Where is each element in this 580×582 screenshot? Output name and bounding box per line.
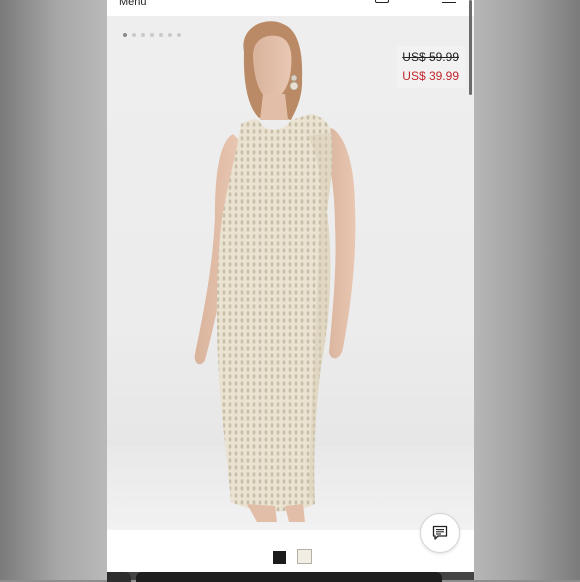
- product-page: Menu US$ 59.99 US$ 39.99: [107, 0, 474, 580]
- carousel-dot[interactable]: [168, 33, 172, 37]
- right-background: [474, 0, 580, 580]
- carousel-dot[interactable]: [141, 33, 145, 37]
- model-photo: [194, 21, 356, 522]
- menu-button[interactable]: Menu: [119, 0, 147, 8]
- price-box: US$ 59.99 US$ 39.99: [397, 46, 465, 88]
- carousel-dot[interactable]: [123, 33, 127, 37]
- sale-price: US$ 39.99: [402, 69, 459, 83]
- scrollbar[interactable]: [469, 0, 472, 95]
- carousel-dots: [123, 33, 181, 37]
- carousel-dot[interactable]: [132, 33, 136, 37]
- hamburger-icon[interactable]: [442, 0, 456, 3]
- bottom-tab-main[interactable]: [136, 572, 442, 582]
- carousel-dot[interactable]: [159, 33, 163, 37]
- product-image-carousel[interactable]: US$ 59.99 US$ 39.99: [107, 16, 474, 530]
- bottom-tab-left[interactable]: [107, 572, 131, 582]
- chat-button[interactable]: [420, 513, 460, 553]
- carousel-dot[interactable]: [150, 33, 154, 37]
- carousel-dot[interactable]: [177, 33, 181, 37]
- left-background: [0, 0, 107, 580]
- original-price: US$ 59.99: [402, 50, 459, 64]
- top-bar: Menu: [107, 0, 474, 16]
- color-swatch-cream[interactable]: [297, 549, 312, 564]
- color-swatch-black[interactable]: [273, 551, 286, 564]
- chat-icon: [432, 525, 448, 540]
- bag-icon[interactable]: [375, 0, 389, 3]
